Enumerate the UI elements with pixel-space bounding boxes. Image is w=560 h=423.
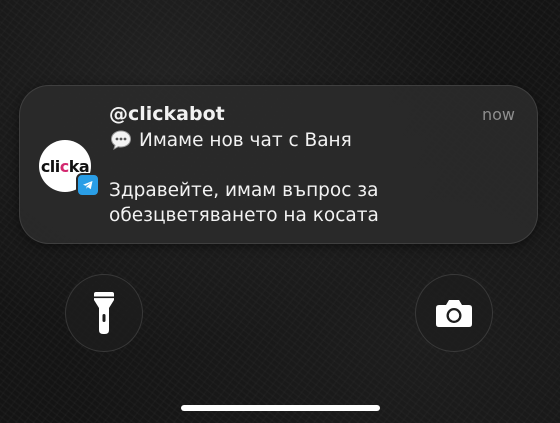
notification-title: Имаме нов чат с Ваня bbox=[139, 129, 352, 151]
notification-card[interactable]: clicka @clickabot now Имаме нов чат с Ва… bbox=[19, 85, 538, 244]
flashlight-button[interactable] bbox=[65, 274, 143, 352]
speech-bubble-icon bbox=[110, 130, 132, 151]
flashlight-icon bbox=[94, 292, 114, 334]
notification-body: Здравейте, имам въпрос за обезцветяванет… bbox=[109, 180, 379, 226]
home-indicator[interactable] bbox=[181, 405, 380, 411]
notification-time: now bbox=[481, 105, 515, 124]
camera-icon bbox=[436, 300, 472, 327]
notification-title-row: Имаме нов чат с Ваня bbox=[109, 128, 352, 152]
notification-sender: @clickabot bbox=[109, 103, 225, 125]
telegram-icon bbox=[76, 173, 100, 197]
camera-button[interactable] bbox=[415, 274, 493, 352]
